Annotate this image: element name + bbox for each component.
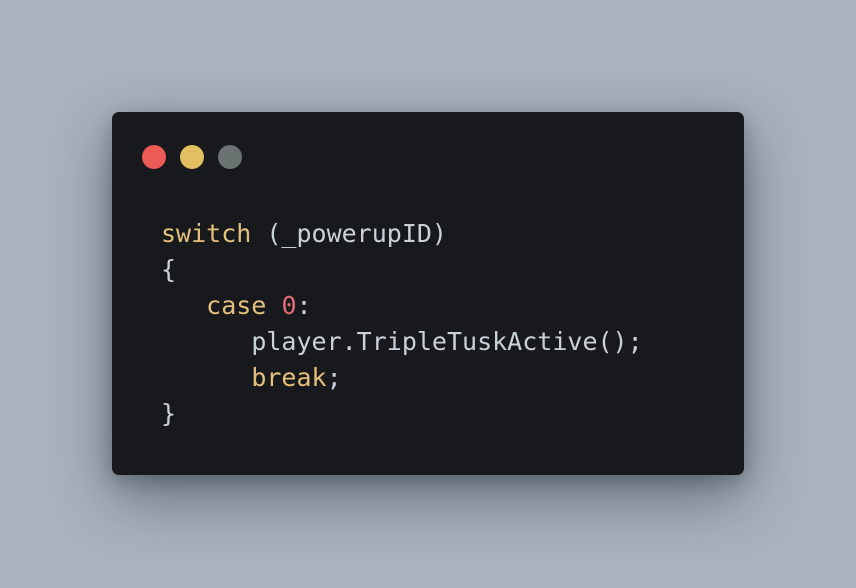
close-dot-icon[interactable]	[142, 145, 166, 169]
code-line: player.TripleTuskActive();	[161, 324, 643, 360]
code-token-plain: :	[296, 291, 312, 320]
zoom-dot-icon[interactable]	[218, 145, 242, 169]
code-token-plain: }	[161, 399, 177, 428]
code-block: switch (_powerupID) { case 0: player.Trip…	[161, 216, 643, 432]
window-controls	[142, 145, 242, 169]
code-line: switch (_powerupID)	[161, 216, 643, 252]
code-line: case 0:	[161, 288, 643, 324]
code-token-plain: player.TripleTuskActive();	[251, 327, 643, 356]
code-token-plain: {	[161, 255, 177, 284]
code-token-keyword: switch	[161, 219, 252, 248]
code-token-keyword: break	[251, 363, 327, 392]
code-line: }	[161, 396, 643, 432]
code-line: {	[161, 252, 643, 288]
code-token-number: 0	[281, 291, 297, 320]
minimize-dot-icon[interactable]	[180, 145, 204, 169]
code-token-keyword: case	[206, 291, 267, 320]
code-token-plain: (_powerupID)	[251, 219, 447, 248]
code-window: switch (_powerupID) { case 0: player.Trip…	[112, 112, 744, 475]
code-line: break;	[161, 360, 643, 396]
code-token-plain: ;	[326, 363, 342, 392]
